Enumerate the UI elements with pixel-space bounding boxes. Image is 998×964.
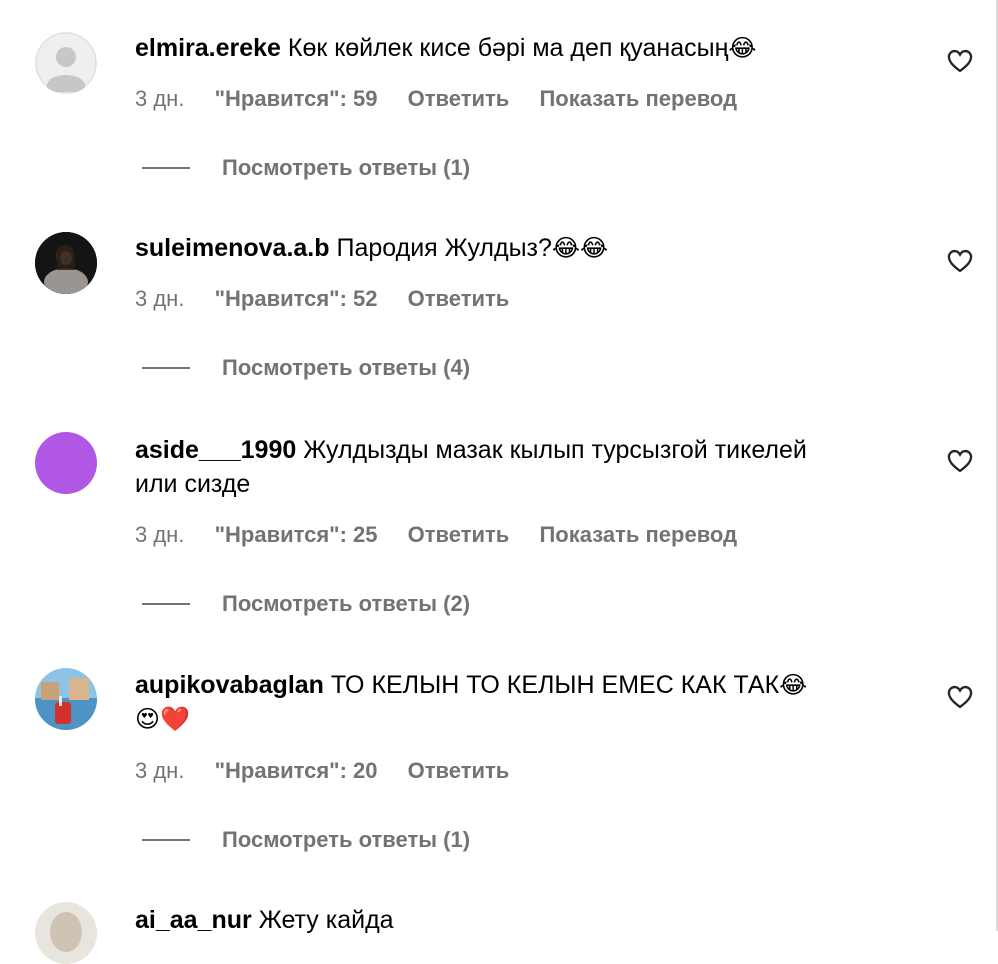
reply-button[interactable]: Ответить	[408, 758, 510, 783]
likes-count[interactable]: "Нравится": 25	[215, 522, 378, 547]
show-translation-button[interactable]: Показать перевод	[539, 86, 737, 111]
comment-body: Көк көйлек кисе бәрі ма деп қуанасың	[287, 34, 729, 62]
emoji-laughing: 😂	[728, 34, 757, 62]
comment-body: Пародия Жулдыз?	[336, 234, 552, 262]
username-link[interactable]: ai_aa_nur	[135, 906, 252, 934]
timestamp[interactable]: 3 дн.	[135, 86, 184, 111]
heart-icon[interactable]	[946, 447, 974, 475]
comment-meta: 3 дн. "Нравится": 20 Ответить	[135, 758, 533, 784]
view-replies-label: Посмотреть ответы (4)	[222, 355, 471, 380]
default-avatar-icon	[35, 32, 97, 94]
emoji-heart-eyes: 😍❤️	[135, 705, 190, 733]
replies-line	[142, 603, 190, 605]
view-replies-button[interactable]: Посмотреть ответы (4)	[142, 355, 470, 381]
emoji-laughing: 😂	[779, 671, 808, 699]
heart-icon[interactable]	[946, 47, 974, 75]
show-translation-button[interactable]: Показать перевод	[539, 522, 737, 547]
view-replies-button[interactable]: Посмотреть ответы (1)	[142, 827, 470, 853]
username-link[interactable]: suleimenova.a.b	[135, 234, 330, 262]
avatar[interactable]	[35, 432, 97, 494]
comment-meta: 3 дн. "Нравится": 59 Ответить Показать п…	[135, 86, 761, 112]
reply-button[interactable]: Ответить	[408, 286, 510, 311]
timestamp[interactable]: 3 дн.	[135, 758, 184, 783]
heart-icon[interactable]	[946, 683, 974, 711]
comment-text: aupikovabaglan ТО КЕЛЫН ТО КЕЛЫН ЕМЕС КА…	[135, 668, 915, 736]
timestamp[interactable]: 3 дн.	[135, 522, 184, 547]
username-link[interactable]: elmira.ereke	[135, 34, 281, 62]
view-replies-label: Посмотреть ответы (2)	[222, 591, 471, 616]
view-replies-button[interactable]: Посмотреть ответы (2)	[142, 591, 470, 617]
comment-body: Жету кайда	[258, 906, 394, 934]
replies-line	[142, 367, 190, 369]
timestamp[interactable]: 3 дн.	[135, 286, 184, 311]
avatar[interactable]	[35, 232, 97, 294]
username-link[interactable]: aupikovabaglan	[135, 671, 324, 699]
username-link[interactable]: aside___1990	[135, 436, 296, 464]
view-replies-button[interactable]: Посмотреть ответы (1)	[142, 155, 470, 181]
likes-count[interactable]: "Нравится": 20	[215, 758, 378, 783]
view-replies-label: Посмотреть ответы (1)	[222, 827, 471, 852]
comment-meta: 3 дн. "Нравится": 25 Ответить Показать п…	[135, 522, 761, 548]
reply-button[interactable]: Ответить	[408, 522, 510, 547]
reply-button[interactable]: Ответить	[408, 86, 510, 111]
profile-photo	[35, 668, 97, 730]
comment-text: suleimenova.a.b Пародия Жулдыз?😂😂	[135, 231, 915, 265]
profile-photo	[35, 902, 97, 964]
comment-meta: 3 дн. "Нравится": 52 Ответить	[135, 286, 533, 312]
avatar[interactable]	[35, 32, 97, 94]
likes-count[interactable]: "Нравится": 52	[215, 286, 378, 311]
comment-text: elmira.ereke Көк көйлек кисе бәрі ма деп…	[135, 31, 915, 65]
heart-icon[interactable]	[946, 247, 974, 275]
comment-text: ai_aa_nur Жету кайда	[135, 903, 394, 937]
replies-line	[142, 167, 190, 169]
replies-line	[142, 839, 190, 841]
avatar[interactable]	[35, 668, 97, 730]
comment-body: ТО КЕЛЫН ТО КЕЛЫН ЕМЕС КАК ТАК	[330, 671, 780, 699]
comment-text: aside___1990 Жулдызды мазак кылып турсыз…	[135, 433, 835, 501]
likes-count[interactable]: "Нравится": 59	[215, 86, 378, 111]
avatar[interactable]	[35, 902, 97, 964]
emoji-laughing: 😂😂	[551, 234, 609, 262]
view-replies-label: Посмотреть ответы (1)	[222, 155, 471, 180]
profile-photo	[35, 232, 97, 294]
